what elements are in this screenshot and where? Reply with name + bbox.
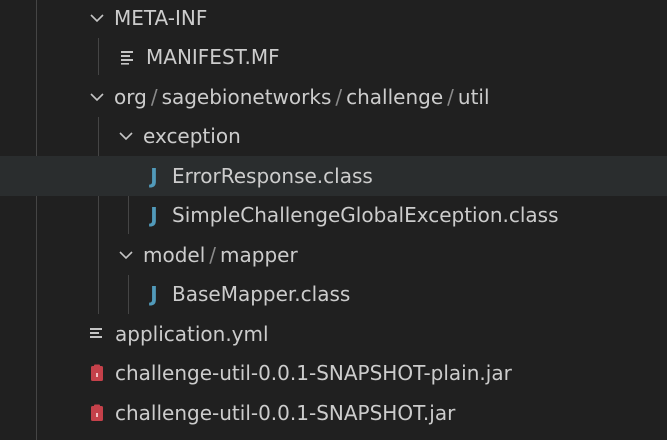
tree-item-application-yml[interactable]: application.yml [0, 314, 667, 354]
tree-item-jar[interactable]: challenge-util-0.0.1-SNAPSHOT.jar [0, 393, 667, 433]
path-separator: / [209, 242, 217, 267]
package-segment[interactable]: util [458, 85, 490, 109]
tree-item-manifest[interactable]: MANIFEST.MF [0, 38, 667, 78]
lines-file-icon [86, 322, 108, 346]
jar-file-icon [86, 361, 108, 385]
tree-item-plain-jar[interactable]: challenge-util-0.0.1-SNAPSHOT-plain.jar [0, 354, 667, 394]
package-segment[interactable]: model [143, 243, 205, 267]
jar-file-icon [86, 401, 108, 425]
package-segment[interactable]: challenge [346, 85, 443, 109]
path-separator: / [150, 84, 158, 109]
tree-item-model-mapper[interactable]: model / mapper [0, 235, 667, 275]
chevron-down-icon[interactable] [86, 86, 108, 108]
folder-label: exception [143, 124, 241, 149]
java-class-icon: J [150, 282, 158, 307]
tree-item-simple-exception[interactable]: J SimpleChallengeGlobalException.class [0, 196, 667, 236]
java-class-icon: J [150, 163, 158, 188]
package-segment[interactable]: sagebionetworks [162, 85, 332, 109]
file-label: BaseMapper.class [172, 282, 351, 307]
path-separator: / [335, 84, 343, 109]
tree-item-package[interactable]: org / sagebionetworks / challenge / util [0, 77, 667, 117]
file-label: application.yml [115, 321, 269, 346]
package-segment[interactable]: mapper [220, 243, 298, 267]
file-label: challenge-util-0.0.1-SNAPSHOT.jar [115, 400, 456, 425]
tree-item-base-mapper[interactable]: J BaseMapper.class [0, 275, 667, 315]
tree-item-exception[interactable]: exception [0, 117, 667, 157]
lines-file-icon [117, 45, 139, 69]
path-separator: / [447, 84, 454, 109]
tree-item-meta-inf[interactable]: META-INF [0, 0, 667, 38]
file-label: SimpleChallengeGlobalException.class [172, 203, 559, 228]
file-label: MANIFEST.MF [146, 45, 280, 70]
file-label: challenge-util-0.0.1-SNAPSHOT-plain.jar [115, 361, 512, 386]
java-class-icon: J [150, 203, 158, 228]
chevron-down-icon[interactable] [115, 244, 137, 266]
chevron-down-icon[interactable] [86, 7, 108, 29]
folder-label: META-INF [114, 5, 208, 30]
tree-item-error-response[interactable]: J ErrorResponse.class [0, 156, 667, 196]
package-segment[interactable]: org [114, 85, 147, 109]
file-label: ErrorResponse.class [172, 163, 373, 188]
chevron-down-icon[interactable] [115, 125, 137, 147]
